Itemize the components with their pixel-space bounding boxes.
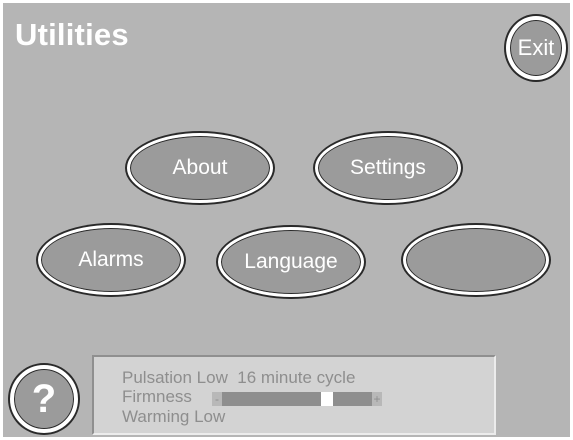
settings-button[interactable]: Settings (315, 133, 461, 203)
alarms-button-label: Alarms (78, 248, 144, 271)
blank-button[interactable] (403, 225, 549, 295)
firmness-slider[interactable]: - + (212, 392, 382, 406)
firmness-thumb[interactable] (321, 392, 333, 406)
about-button-label: About (172, 156, 228, 179)
status-panel: Pulsation Low 16 minute cycle Firmness -… (92, 355, 496, 435)
exit-button[interactable]: Exit (506, 16, 566, 80)
page-title: Utilities (15, 17, 129, 52)
warming-status: Warming Low (122, 407, 226, 426)
exit-button-label: Exit (517, 35, 555, 60)
language-button-label: Language (244, 250, 338, 273)
firmness-minus-icon: - (212, 392, 222, 406)
firmness-label: Firmness (122, 387, 192, 406)
language-button[interactable]: Language (218, 227, 364, 297)
alarms-button[interactable]: Alarms (38, 225, 184, 295)
help-button[interactable]: ? (10, 365, 78, 433)
settings-button-label: Settings (350, 156, 426, 179)
pulsation-status: Pulsation Low 16 minute cycle (122, 368, 356, 387)
about-button[interactable]: About (127, 133, 273, 203)
firmness-track (222, 392, 372, 406)
utilities-screen: Utilities Exit About Settings Alarms Lan… (3, 3, 570, 437)
question-mark-icon: ? (31, 376, 57, 421)
firmness-plus-icon: + (372, 392, 382, 406)
